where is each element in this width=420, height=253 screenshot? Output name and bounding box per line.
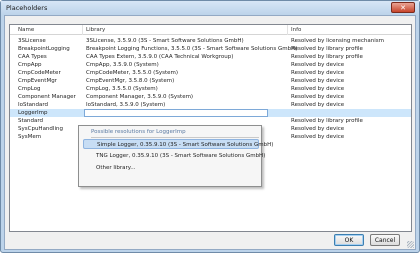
cancel-button[interactable]: Cancel — [370, 234, 400, 246]
title-bar[interactable]: Placeholders ✕ — [1, 1, 419, 15]
popup-divider — [91, 137, 259, 138]
row-library: CmpCodeMeter, 3.5.5.0 (System) — [86, 70, 178, 76]
row-name: CmpCodeMeter — [18, 70, 61, 76]
row-name: SysMem — [18, 134, 42, 140]
row-library: Breakpoint Logging Functions, 3.5.5.0 (3… — [86, 46, 298, 52]
row-info: Resolved by device — [291, 126, 345, 132]
list-header: Name Library Info — [10, 25, 411, 35]
row-name: 3SLicense — [18, 38, 46, 44]
row-name: CmpEventMgr — [18, 78, 57, 84]
resolution-popup: Possible resolutions for LoggerImp Simpl… — [78, 125, 273, 187]
row-name: CAA Types — [18, 54, 47, 60]
column-header-library[interactable]: Library — [86, 27, 105, 33]
table-row[interactable]: 3SLicense 3SLicense, 3.5.9.0 (3S - Smart… — [10, 37, 411, 45]
row-info: Resolved by device — [291, 94, 345, 100]
row-library: CAA Types Extern, 3.5.9.0 (CAA Technical… — [86, 54, 234, 60]
table-row[interactable]: BreakpointLogging Breakpoint Logging Fun… — [10, 45, 411, 53]
table-row[interactable]: CmpLog CmpLog, 3.5.5.0 (System) Resolved… — [10, 85, 411, 93]
popup-item-simple-logger[interactable]: Simple Logger, 0.35.9.10 (3S - Smart Sof… — [83, 139, 273, 149]
row-info: Resolved by device — [291, 62, 345, 68]
row-info: Resolved by library profile — [291, 54, 363, 60]
window-title: Placeholders — [6, 4, 48, 12]
table-row[interactable]: Standard Resolved by library profile — [10, 117, 411, 125]
popup-item-tng-logger[interactable]: TNG Logger, 0.35.9.10 (3S - Smart Softwa… — [83, 151, 265, 161]
row-name: Standard — [18, 118, 44, 124]
row-library: IoStandard, 3.5.9.0 (System) — [86, 102, 166, 108]
table-row[interactable]: CmpCodeMeter CmpCodeMeter, 3.5.5.0 (Syst… — [10, 69, 411, 77]
close-icon: ✕ — [400, 3, 406, 12]
table-row-selected[interactable]: LoggerImp — [10, 109, 411, 117]
table-row[interactable]: CmpApp CmpApp, 3.5.9.0 (System) Resolved… — [10, 61, 411, 69]
row-library: CmpEventMgr, 3.5.8.0 (System) — [86, 78, 175, 84]
popup-item-label: Other library... — [96, 165, 136, 171]
ok-button[interactable]: OK — [334, 234, 364, 246]
table-row[interactable]: CmpEventMgr CmpEventMgr, 3.5.8.0 (System… — [10, 77, 411, 85]
row-name: IoStandard — [18, 102, 49, 108]
resize-grip[interactable] — [407, 241, 414, 248]
row-info: Resolved by device — [291, 78, 345, 84]
popup-item-label: Simple Logger, 0.35.9.10 (3S - Smart Sof… — [97, 142, 274, 148]
library-dropdown[interactable] — [84, 109, 268, 117]
row-info: Resolved by device — [291, 86, 345, 92]
row-name: BreakpointLogging — [18, 46, 70, 52]
row-library: 3SLicense, 3.5.9.0 (3S - Smart Software … — [86, 38, 244, 44]
row-name: LoggerImp — [18, 110, 48, 116]
row-library: CmpApp, 3.5.9.0 (System) — [86, 62, 159, 68]
row-info: Resolved by device — [291, 102, 345, 108]
row-name: CmpApp — [18, 62, 42, 68]
row-library: CmpLog, 3.5.5.0 (System) — [86, 86, 158, 92]
column-divider[interactable] — [82, 25, 83, 35]
row-name: Component Manager — [18, 94, 76, 100]
row-name: CmpLog — [18, 86, 41, 92]
close-button[interactable]: ✕ — [391, 2, 415, 13]
column-divider[interactable] — [287, 25, 288, 35]
row-library: Component Manager, 3.5.9.0 (System) — [86, 94, 194, 100]
popup-item-other-library[interactable]: Other library... — [83, 163, 259, 173]
row-name: SysCpuHandling — [18, 126, 63, 132]
placeholders-dialog: Placeholders ✕ Name Library Info 3SLicen… — [0, 0, 420, 253]
table-row[interactable]: IoStandard IoStandard, 3.5.9.0 (System) … — [10, 101, 411, 109]
row-info: Resolved by device — [291, 134, 345, 140]
row-info: Resolved by library profile — [291, 46, 363, 52]
table-row[interactable]: Component Manager Component Manager, 3.5… — [10, 93, 411, 101]
popup-item-label: TNG Logger, 0.35.9.10 (3S - Smart Softwa… — [96, 153, 266, 159]
row-info: Resolved by licensing mechanism — [291, 38, 385, 44]
column-header-name[interactable]: Name — [18, 27, 34, 33]
popup-header: Possible resolutions for LoggerImp — [91, 129, 186, 135]
row-info: Resolved by library profile — [291, 118, 363, 124]
column-header-info[interactable]: Info — [291, 27, 301, 33]
row-info: Resolved by device — [291, 70, 345, 76]
table-row[interactable]: CAA Types CAA Types Extern, 3.5.9.0 (CAA… — [10, 53, 411, 61]
